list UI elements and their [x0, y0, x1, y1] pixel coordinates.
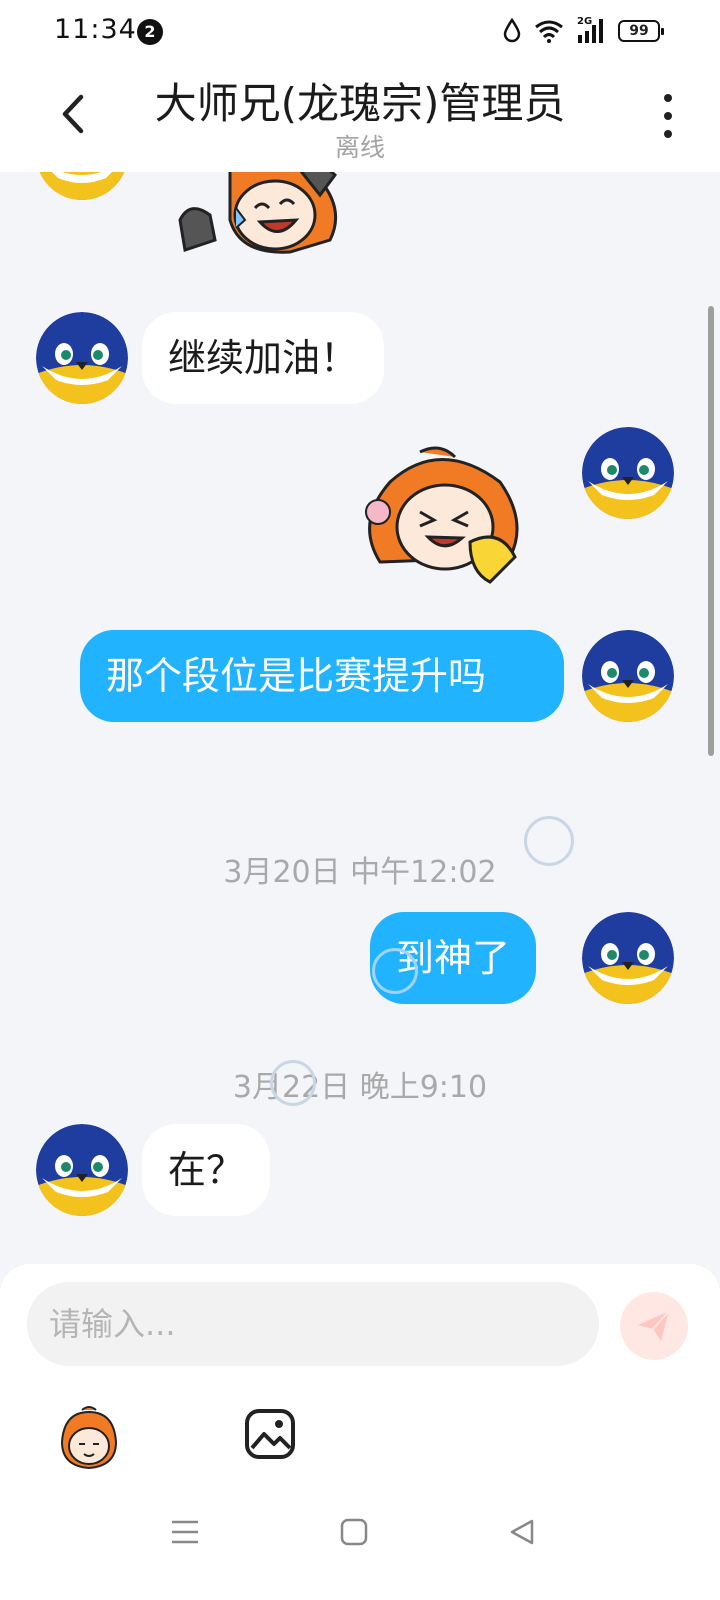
message-timestamp: 3月20日 中午12:02 — [223, 855, 497, 890]
my-avatar[interactable] — [582, 912, 674, 1004]
touch-indicator — [372, 948, 418, 994]
message-sticker-outgoing[interactable] — [350, 442, 530, 592]
my-avatar[interactable] — [582, 630, 674, 722]
scrollbar[interactable] — [708, 306, 714, 756]
menu-icon — [172, 1520, 198, 1544]
system-navigation-bar — [0, 1480, 720, 1600]
contact-avatar[interactable] — [36, 312, 128, 404]
my-avatar[interactable] — [582, 427, 674, 519]
blue-bird-avatar-icon — [36, 312, 128, 404]
status-bar: 11:34 2 99 2G — [0, 0, 720, 64]
emoji-sticker-button[interactable] — [54, 1404, 124, 1474]
blue-bird-avatar-icon — [36, 1124, 128, 1216]
home-icon — [340, 1518, 368, 1546]
more-options-button[interactable] — [656, 94, 680, 138]
drop-icon — [503, 18, 521, 43]
send-icon — [638, 1310, 670, 1341]
image-picker-button[interactable] — [244, 1408, 296, 1460]
touch-indicator — [270, 1060, 316, 1106]
message-bubble-outgoing[interactable]: 那个段位是比赛提升吗 — [80, 630, 564, 722]
wifi-icon — [535, 20, 563, 43]
blue-bird-avatar-icon — [582, 630, 674, 722]
contact-avatar[interactable] — [36, 172, 128, 200]
blue-bird-avatar-icon — [36, 172, 128, 200]
emoji-sticker-icon — [60, 1406, 118, 1470]
message-timestamp: 3月22日 晚上9:10 — [232, 1070, 488, 1105]
home-button[interactable] — [324, 1502, 384, 1562]
send-button[interactable] — [620, 1292, 688, 1360]
shy-girl-sticker-icon — [365, 446, 519, 584]
message-input[interactable] — [27, 1282, 599, 1366]
contact-avatar[interactable] — [36, 1124, 128, 1216]
laughing-girl-sticker-icon — [178, 172, 338, 254]
chat-header: 大师兄(龙瑰宗)管理员 离线 — [0, 64, 720, 172]
message-list[interactable]: 继续加油！ 那个段位是比赛提升吗 3月20日 中午12:02 到神了 3月22日… — [0, 172, 720, 1264]
clock: 11:34 — [54, 14, 137, 45]
contact-status: 离线 — [334, 133, 385, 162]
image-icon — [245, 1409, 295, 1459]
blue-bird-avatar-icon — [582, 427, 674, 519]
blue-bird-avatar-icon — [582, 912, 674, 1004]
more-dots-icon — [664, 94, 672, 102]
message-bubble-incoming[interactable]: 在？ — [142, 1124, 271, 1216]
message-bubble-incoming[interactable]: 继续加油！ — [142, 312, 385, 404]
notification-count-badge: 2 — [137, 19, 163, 45]
message-sticker-incoming[interactable] — [170, 172, 350, 260]
system-back-button[interactable] — [492, 1502, 552, 1562]
contact-name: 大师兄(龙瑰宗)管理员 — [154, 79, 566, 128]
battery-indicator: 99 — [618, 20, 664, 42]
back-triangle-icon — [510, 1519, 534, 1545]
network-type-label: 2G — [577, 16, 593, 27]
menu-button[interactable] — [155, 1502, 215, 1562]
